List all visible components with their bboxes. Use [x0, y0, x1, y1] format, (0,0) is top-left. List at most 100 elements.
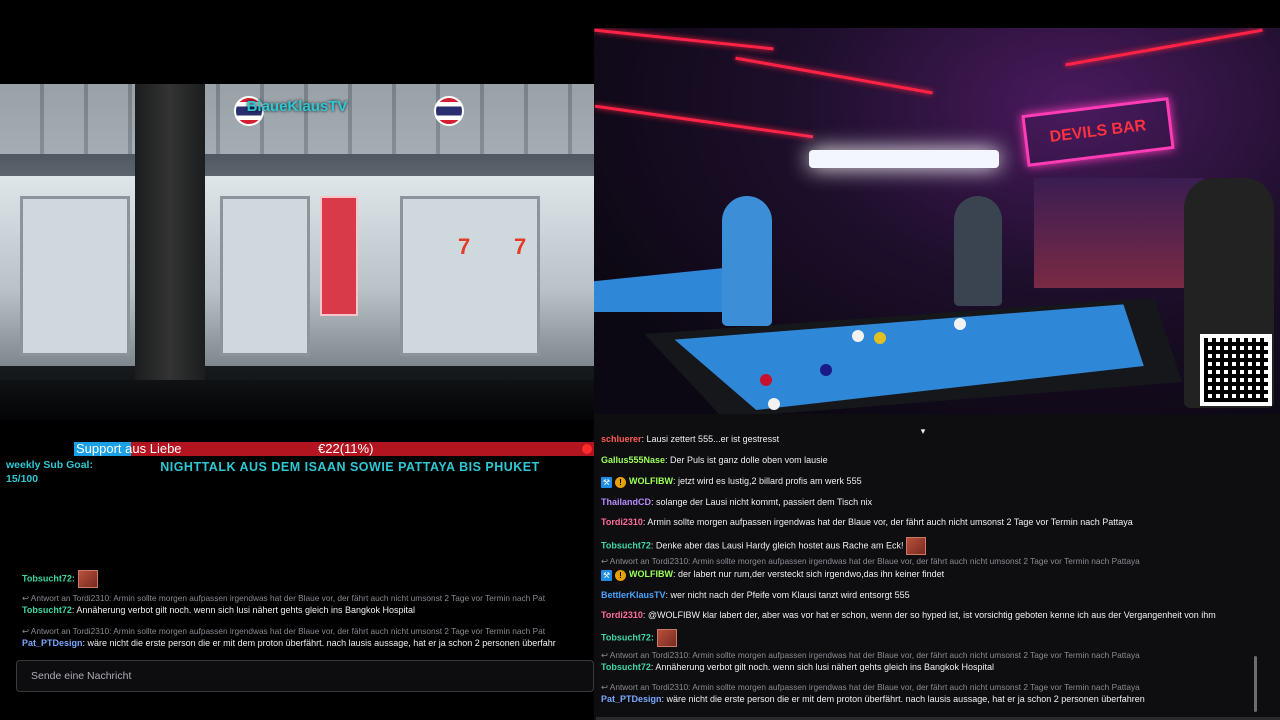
- chat-username[interactable]: Tobsucht72:: [601, 632, 654, 642]
- pool-ball: [874, 332, 886, 344]
- store-window: [20, 196, 130, 356]
- reply-text: ↩ Antwort an Tordi2310: Armin sollte mor…: [601, 556, 1140, 566]
- tree-trunk: [135, 84, 205, 384]
- heart-icon: [582, 444, 592, 454]
- chat-username[interactable]: Tobsucht72: [601, 540, 651, 550]
- store-logo-icon: 7: [514, 234, 527, 259]
- reply-text: ↩ Antwort an Tordi2310: Armin sollte mor…: [22, 626, 546, 636]
- neon-light: [594, 104, 814, 139]
- chat-text: : Annäherung verbot gilt noch. wenn sich…: [71, 605, 416, 615]
- left-chat-overlay: Tobsucht72: ↩ Antwort an Tordi2310: Armin…: [14, 566, 592, 654]
- stream-viewer: 7 7 BlaueKlausTV Support aus Liebe €22(1…: [0, 0, 1280, 720]
- donation-goal-amount: €22(11%): [318, 441, 374, 456]
- chat-username[interactable]: WOLFIBW: [629, 476, 673, 486]
- left-video-feed[interactable]: 7 7 BlaueKlausTV: [0, 84, 594, 420]
- vip-badge-icon[interactable]: !: [615, 570, 626, 581]
- moderator-badge-icon[interactable]: ⚒: [601, 477, 612, 488]
- pool-table: [594, 268, 724, 312]
- reply-text: ↩ Antwort an Tordi2310: Armin sollte mor…: [601, 650, 1140, 660]
- chat-username[interactable]: Tordi2310: [601, 517, 643, 527]
- chat-message: Tobsucht72: Annäherung verbot gilt noch.…: [601, 661, 994, 673]
- chat-text: : Denke aber das Lausi Hardy gleich host…: [650, 540, 904, 551]
- chat-text: : wäre nicht die erste person die er mit…: [661, 694, 1145, 704]
- chat-scrollbar[interactable]: [1254, 656, 1257, 712]
- chat-username[interactable]: Tobsucht72:: [22, 573, 75, 583]
- chat-text: : wäre nicht die erste person die er mit…: [82, 638, 556, 648]
- pool-lamp: [809, 150, 999, 168]
- chat-text: : Lausi zettert 555...er ist gestresst: [641, 434, 780, 444]
- chat-username[interactable]: WOLFIBW: [629, 569, 673, 579]
- donation-goal-label: Support aus Liebe: [76, 441, 182, 456]
- chat-username[interactable]: Pat_PTDesign: [22, 638, 83, 648]
- store-logo-icon: 7: [458, 234, 471, 259]
- collapse-chevron-icon[interactable]: ▾: [916, 426, 930, 436]
- reply-context: ↩ Antwort an Tordi2310: Armin sollte mor…: [601, 555, 1140, 567]
- chat-text: : der labert nur rum,der versteckt sich …: [673, 569, 945, 579]
- chat-text: : Annäherung verbot gilt noch. wenn sich…: [650, 662, 995, 672]
- vip-badge-icon[interactable]: !: [615, 477, 626, 488]
- reply-context: ↩ Antwort an Tordi2310: Armin sollte mor…: [601, 681, 1140, 693]
- chat-message: ⚒! WOLFIBW: jetzt wird es lustig,2 billar…: [601, 475, 862, 488]
- chat-message: Tordi2310: @WOLFIBW klar labert der, abe…: [601, 609, 1216, 621]
- neon-light: [1065, 28, 1263, 67]
- shop-roof: [0, 84, 594, 154]
- store-door: [400, 196, 540, 356]
- chat-input-placeholder: Sende eine Nachricht: [31, 670, 132, 682]
- chat-message: Tobsucht72:: [22, 570, 98, 588]
- pool-ball: [852, 330, 864, 342]
- emote-icon[interactable]: [77, 570, 98, 588]
- reply-text: ↩ Antwort an Tordi2310: Armin sollte mor…: [22, 593, 546, 603]
- chat-input[interactable]: Sende eine Nachricht: [16, 660, 594, 692]
- chat-username[interactable]: Gallus555Nase: [601, 455, 665, 465]
- pool-ball: [954, 318, 966, 330]
- pool-ball: [760, 374, 772, 386]
- chat-message: Pat_PTDesign: wäre nicht die erste perso…: [601, 693, 1145, 705]
- chat-message: Tobsucht72: Annäherung verbot gilt noch.…: [22, 604, 415, 616]
- reply-context: ↩ Antwort an Tordi2310: Armin sollte mor…: [22, 625, 545, 637]
- sub-goal-count: 15/100: [6, 473, 39, 485]
- chat-message: Tobsucht72: Denke aber das Lausi Hardy g…: [601, 537, 927, 555]
- car-dashboard: [0, 380, 594, 420]
- neon-light: [735, 56, 933, 95]
- chat-username[interactable]: BettlerKlausTV: [601, 590, 666, 600]
- chat-message: BettlerKlausTV: wer nicht nach der Pfeif…: [601, 589, 910, 601]
- chat-username[interactable]: Tobsucht72: [601, 662, 651, 672]
- chat-text: : Armin sollte morgen aufpassen irgendwa…: [642, 517, 1133, 527]
- chat-text: : jetzt wird es lustig,2 billard profis …: [673, 476, 862, 486]
- reply-text: ↩ Antwort an Tordi2310: Armin sollte mor…: [601, 682, 1140, 692]
- store-banner: [320, 196, 358, 316]
- neon-light: [594, 28, 774, 51]
- chat-text: : solange der Lausi nicht kommt, passier…: [651, 497, 873, 507]
- chat-text: : Der Puls ist ganz dolle oben vom lausi…: [665, 455, 828, 465]
- bar-neon-sign: DEVILS BAR: [1021, 97, 1175, 167]
- chat-message: ⚒! WOLFIBW: der labert nur rum,der verste…: [601, 568, 944, 581]
- bar-counter: [1034, 178, 1204, 288]
- emote-icon[interactable]: [906, 537, 927, 555]
- channel-title: BlaueKlausTV: [246, 98, 348, 115]
- qr-code-icon[interactable]: [1200, 334, 1272, 406]
- chat-message: Tordi2310: Armin sollte morgen aufpassen…: [601, 516, 1133, 528]
- donation-goal-bar: Support aus Liebe €22(11%): [74, 442, 594, 456]
- chat-username[interactable]: Tordi2310: [601, 610, 643, 620]
- right-video-feed[interactable]: DEVILS BAR: [594, 28, 1280, 414]
- chat-message: Gallus555Nase: Der Puls ist ganz dolle o…: [601, 454, 828, 466]
- player: [954, 196, 1002, 306]
- chat-username[interactable]: schluerer: [601, 434, 642, 444]
- chat-username[interactable]: Tobsucht72: [22, 605, 72, 615]
- moderator-badge-icon[interactable]: ⚒: [601, 570, 612, 581]
- reply-context: ↩ Antwort an Tordi2310: Armin sollte mor…: [22, 592, 545, 604]
- reply-context: ↩ Antwort an Tordi2310: Armin sollte mor…: [601, 649, 1140, 661]
- chat-panel: ▾ schluerer: Lausi zettert 555...er ist …: [594, 414, 1280, 720]
- pool-ball: [820, 364, 832, 376]
- store-window: [220, 196, 310, 356]
- chat-username[interactable]: ThailandCD: [601, 497, 651, 507]
- chat-message: Tobsucht72:: [601, 629, 677, 647]
- chat-message: ThailandCD: solange der Lausi nicht komm…: [601, 496, 872, 508]
- chat-message: Pat_PTDesign: wäre nicht die erste perso…: [22, 637, 556, 649]
- player: [722, 196, 772, 326]
- emote-icon[interactable]: [656, 629, 677, 647]
- chat-username[interactable]: Pat_PTDesign: [601, 694, 662, 704]
- chat-message: schluerer: Lausi zettert 555...er ist ge…: [601, 433, 779, 445]
- chat-text: : @WOLFIBW klar labert der, aber was vor…: [642, 610, 1216, 620]
- chat-text: : wer nicht nach der Pfeife vom Klausi t…: [665, 590, 910, 600]
